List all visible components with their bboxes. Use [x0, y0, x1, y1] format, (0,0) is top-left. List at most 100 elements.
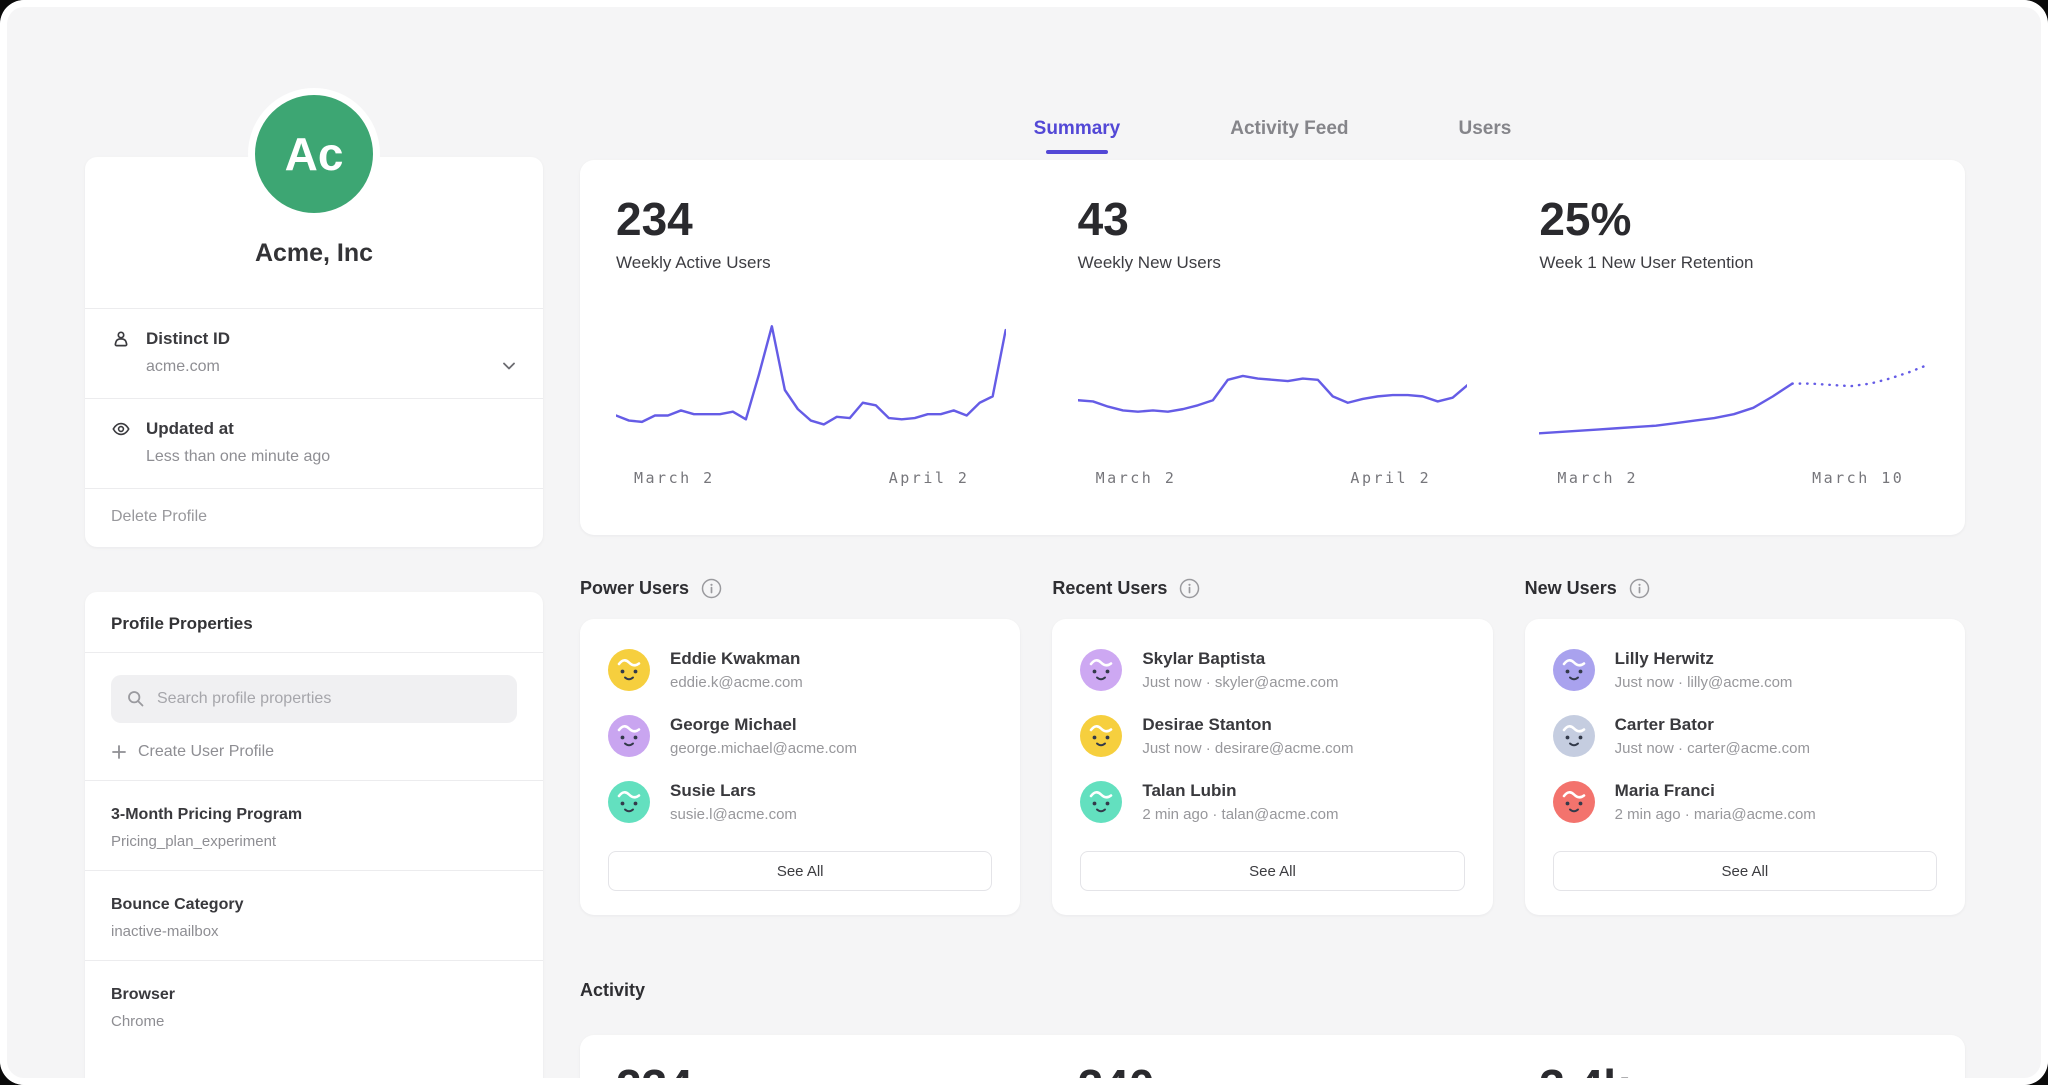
stat-label: Weekly New Users	[1078, 253, 1468, 273]
see-all-button[interactable]: See All	[608, 851, 992, 891]
user-list-item[interactable]: Maria Franci 2 min ago · maria@acme.com	[1553, 781, 1937, 823]
profile-field-row: Distinct ID acme.com	[85, 308, 543, 398]
x-axis-tick: March 2	[634, 469, 715, 487]
tab-bar: Summary Activity Feed Users	[580, 118, 1965, 154]
stat-weekly-new-users: 43 Weekly New Users March 2 April 2	[1042, 160, 1504, 535]
user-name: Eddie Kwakman	[670, 649, 803, 669]
field-value: Less than one minute ago	[146, 448, 517, 466]
property-label: Browser	[111, 986, 517, 1004]
user-avatar	[608, 715, 650, 757]
sparkline-chart	[616, 315, 1006, 465]
company-profile-card: Ac Acme, Inc Distinct ID acme.com Update…	[85, 157, 543, 547]
user-list-item[interactable]: Talan Lubin 2 min ago · talan@acme.com	[1080, 781, 1464, 823]
user-name: Lilly Herwitz	[1615, 649, 1793, 669]
activity-stat-column: 3.4k	[1503, 1035, 1965, 1085]
user-detail: Just now · carter@acme.com	[1615, 740, 1810, 757]
see-all-button[interactable]: See All	[1553, 851, 1937, 891]
activity-title: Activity	[580, 980, 1965, 1001]
property-label: Bounce Category	[111, 896, 517, 914]
chevron-down-icon[interactable]	[501, 358, 517, 374]
user-list-item[interactable]: Eddie Kwakman eddie.k@acme.com	[608, 649, 992, 691]
user-detail: george.michael@acme.com	[670, 740, 857, 757]
delete-profile-button[interactable]: Delete Profile	[85, 488, 543, 547]
user-detail: eddie.k@acme.com	[670, 674, 803, 691]
property-row[interactable]: Bounce Category inactive-mailbox	[85, 870, 543, 960]
user-name: Susie Lars	[670, 781, 797, 801]
user-avatar	[1553, 649, 1595, 691]
property-value: inactive-mailbox	[111, 923, 517, 940]
stat-value: 25%	[1539, 196, 1929, 242]
profile-properties-card: Profile Properties Create User Profile 3…	[85, 592, 543, 1085]
x-axis-tick: March 10	[1812, 469, 1904, 487]
section-title: Power Users	[580, 578, 689, 599]
user-name: Desirae Stanton	[1142, 715, 1353, 735]
stat-week-1-new-user-retention: 25% Week 1 New User Retention March 2 Ma…	[1503, 160, 1965, 535]
app-window: Ac Acme, Inc Distinct ID acme.com Update…	[0, 0, 2048, 1085]
stat-weekly-active-users: 234 Weekly Active Users March 2 April 2	[580, 160, 1042, 535]
user-detail: susie.l@acme.com	[670, 806, 797, 823]
user-name: Carter Bator	[1615, 715, 1810, 735]
user-name: Talan Lubin	[1142, 781, 1338, 801]
user-avatar	[1080, 715, 1122, 757]
info-icon[interactable]	[1179, 578, 1200, 599]
tab-activity-feed[interactable]: Activity Feed	[1230, 118, 1348, 154]
info-icon[interactable]	[1629, 578, 1650, 599]
user-avatar	[1553, 781, 1595, 823]
create-user-profile-label: Create User Profile	[138, 743, 274, 761]
x-axis-tick: March 2	[1557, 469, 1638, 487]
activity-section: Activity 234 240 3.4k	[580, 980, 1965, 1085]
activity-stat-column: 234	[580, 1035, 1042, 1085]
activity-stat-value: 3.4k	[1539, 1063, 1929, 1085]
user-detail: Just now · skyler@acme.com	[1142, 674, 1338, 691]
user-sections: Power Users Eddie Kwakman eddie.k@acme.c…	[580, 578, 1965, 915]
user-list-item[interactable]: George Michael george.michael@acme.com	[608, 715, 992, 757]
user-detail: Just now · lilly@acme.com	[1615, 674, 1793, 691]
section-new-users: New Users Lilly Herwitz Just now · lilly…	[1525, 578, 1965, 915]
profile-field-row: Updated at Less than one minute ago	[85, 398, 543, 488]
activity-card: 234 240 3.4k	[580, 1035, 1965, 1085]
x-axis-tick: March 2	[1096, 469, 1177, 487]
summary-stats-card: 234 Weekly Active Users March 2 April 2 …	[580, 160, 1965, 535]
user-list-item[interactable]: Skylar Baptista Just now · skyler@acme.c…	[1080, 649, 1464, 691]
activity-stat-value: 240	[1078, 1063, 1468, 1085]
section-title: Recent Users	[1052, 578, 1167, 599]
user-list-item[interactable]: Susie Lars susie.l@acme.com	[608, 781, 992, 823]
section-title: New Users	[1525, 578, 1617, 599]
stat-value: 43	[1078, 196, 1468, 242]
activity-stat-column: 240	[1042, 1035, 1504, 1085]
user-name: Skylar Baptista	[1142, 649, 1338, 669]
sparkline-chart	[1539, 315, 1929, 465]
stat-label: Week 1 New User Retention	[1539, 253, 1929, 273]
user-list-item[interactable]: Desirae Stanton Just now · desirare@acme…	[1080, 715, 1464, 757]
user-detail: 2 min ago · maria@acme.com	[1615, 806, 1816, 823]
property-value: Pricing_plan_experiment	[111, 833, 517, 850]
stat-value: 234	[616, 196, 1006, 242]
user-avatar	[1553, 715, 1595, 757]
create-user-profile-button[interactable]: Create User Profile	[111, 743, 517, 761]
tab-summary[interactable]: Summary	[1034, 118, 1121, 154]
property-row[interactable]: 3-Month Pricing Program Pricing_plan_exp…	[85, 780, 543, 870]
info-icon[interactable]	[701, 578, 722, 599]
search-icon	[126, 689, 146, 709]
company-avatar: Ac	[248, 88, 380, 220]
activity-stat-value: 234	[616, 1063, 1006, 1085]
sparkline-chart	[1078, 315, 1468, 465]
user-list-item[interactable]: Carter Bator Just now · carter@acme.com	[1553, 715, 1937, 757]
user-list-item[interactable]: Lilly Herwitz Just now · lilly@acme.com	[1553, 649, 1937, 691]
tab-users[interactable]: Users	[1459, 118, 1512, 154]
stat-label: Weekly Active Users	[616, 253, 1006, 273]
property-row[interactable]: Browser Chrome	[85, 960, 543, 1050]
section-recent-users: Recent Users Skylar Baptista Just now · …	[1052, 578, 1492, 915]
x-axis-tick: April 2	[889, 469, 970, 487]
person-icon	[111, 329, 131, 349]
plus-icon	[111, 744, 127, 760]
search-profile-properties-input[interactable]	[111, 675, 517, 723]
company-name: Acme, Inc	[105, 239, 523, 268]
user-avatar	[608, 649, 650, 691]
field-label: Distinct ID	[146, 329, 230, 349]
user-avatar	[1080, 781, 1122, 823]
see-all-button[interactable]: See All	[1080, 851, 1464, 891]
property-label: 3-Month Pricing Program	[111, 806, 517, 824]
user-avatar	[608, 781, 650, 823]
user-detail: Just now · desirare@acme.com	[1142, 740, 1353, 757]
